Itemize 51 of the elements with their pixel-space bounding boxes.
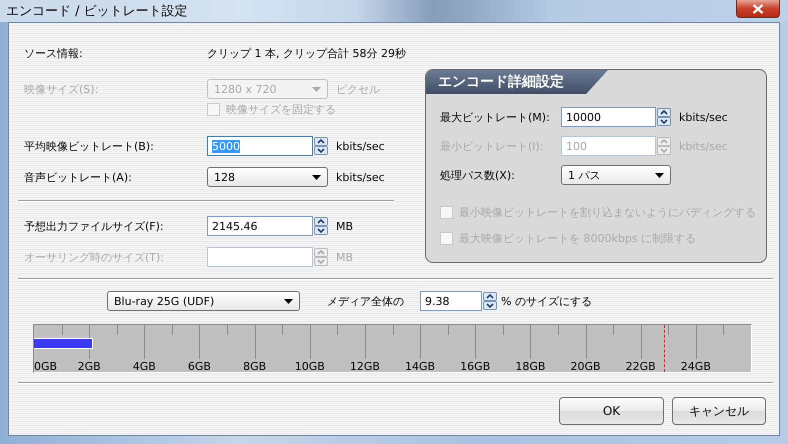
spin-button[interactable] [483,292,497,310]
tick-label: 2GB [78,360,101,373]
field-label: 最大ビットレート(M): [440,110,551,124]
dialog-button[interactable]: OK [559,397,664,425]
caret-icon [655,172,664,178]
panel-title: エンコード詳細設定 [426,70,608,94]
input-field[interactable]: 10000 [561,107,656,127]
input-field[interactable]: 9.38 [420,291,482,311]
unit-label: MB [335,250,354,264]
dropdown[interactable]: 128 [207,167,328,187]
unit-label: kbits/sec [678,110,729,124]
input-field[interactable]: 2145.46 [207,216,313,236]
field-label: ソース情報: [24,46,84,60]
caret-icon [312,174,321,180]
field-label: オーサリング時のサイズ(T): [24,250,166,264]
spin-button[interactable] [657,108,671,126]
field-label: メディア全体の [327,294,405,308]
close-button[interactable] [736,0,780,18]
dialog-button[interactable]: キャンセル [672,397,766,425]
tick-label: 8GB [243,360,266,373]
unit-label: MB [335,220,354,232]
spin-button[interactable] [314,217,328,235]
field-label: 予想出力ファイルサイズ(F): [24,218,165,234]
dropdown[interactable]: 1 パス [561,165,671,185]
tick-label: 18GB [515,360,546,373]
unit-label: ピクセル [335,82,381,96]
tick-label: 12GB [350,360,380,373]
tick-label: 14GB [405,360,436,373]
unit-label: kbits/sec [335,140,386,152]
tick-label: 4GB [132,360,156,373]
tick-label: 16GB [460,360,490,373]
field-label: 映像サイズ(S): [24,82,100,96]
caret-icon [284,298,293,304]
field-label: 処理パス数(X): [440,168,516,182]
caret-icon [312,86,321,92]
spin-button[interactable] [314,137,328,155]
close-icon [752,4,764,14]
tick-label: 22GB [626,360,656,373]
unit-label: kbits/sec [335,170,386,184]
checkbox-label: 映像サイズを固定する [226,102,336,116]
tick-label: 20GB [570,360,601,373]
source-info-text: クリップ 1 本, クリップ合計 58分 29秒 [207,46,406,60]
field-label: 音声ビットレート(A): [24,170,133,184]
tick-label: 6GB [188,360,211,373]
tick-label: 24GB [680,360,711,373]
window-title: エンコード / ビットレート設定 [6,3,188,20]
field-label: 平均映像ビットレート(B): [24,138,155,154]
tick-label: 10GB [294,360,325,373]
tick-label: 0GB [34,360,58,373]
unit-label: % のサイズにする [501,294,592,308]
dropdown[interactable]: Blu-ray 25G (UDF) [107,291,300,311]
